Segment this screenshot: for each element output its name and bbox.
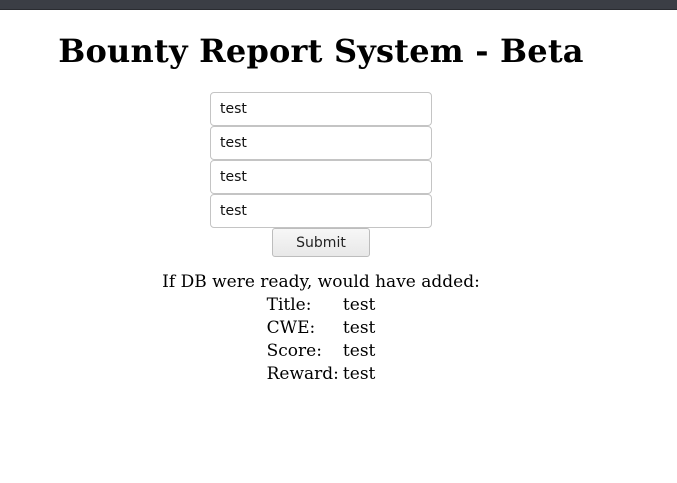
table-row: Score: test (265, 340, 378, 363)
result-section: If DB were ready, would have added: Titl… (0, 271, 642, 386)
page-title: Bounty Report System - Beta (58, 32, 584, 70)
row-value: test (342, 318, 376, 338)
table-row: Title: test (265, 294, 378, 317)
row-label: Reward: (266, 364, 339, 384)
score-input[interactable] (210, 160, 432, 194)
table-row: CWE: test (265, 317, 378, 340)
reward-input[interactable] (210, 194, 432, 228)
browser-top-bar (0, 0, 677, 10)
result-table: Title: test CWE: test Score: test Reward… (265, 294, 378, 386)
row-value: test (342, 295, 376, 315)
row-value: test (342, 341, 376, 361)
row-value: test (342, 364, 376, 384)
row-label: Score: (266, 341, 322, 361)
result-heading: If DB were ready, would have added: (162, 272, 480, 292)
title-input[interactable] (210, 92, 432, 126)
row-label: CWE: (266, 318, 316, 338)
row-label: Title: (266, 295, 312, 315)
cwe-input[interactable] (210, 126, 432, 160)
submit-row: Submit (0, 228, 642, 257)
table-row: Reward: test (265, 363, 378, 386)
bounty-report-form: Submit (0, 92, 642, 257)
submit-button[interactable]: Submit (272, 228, 370, 257)
page-content: Bounty Report System - Beta Submit If DB… (0, 10, 642, 483)
